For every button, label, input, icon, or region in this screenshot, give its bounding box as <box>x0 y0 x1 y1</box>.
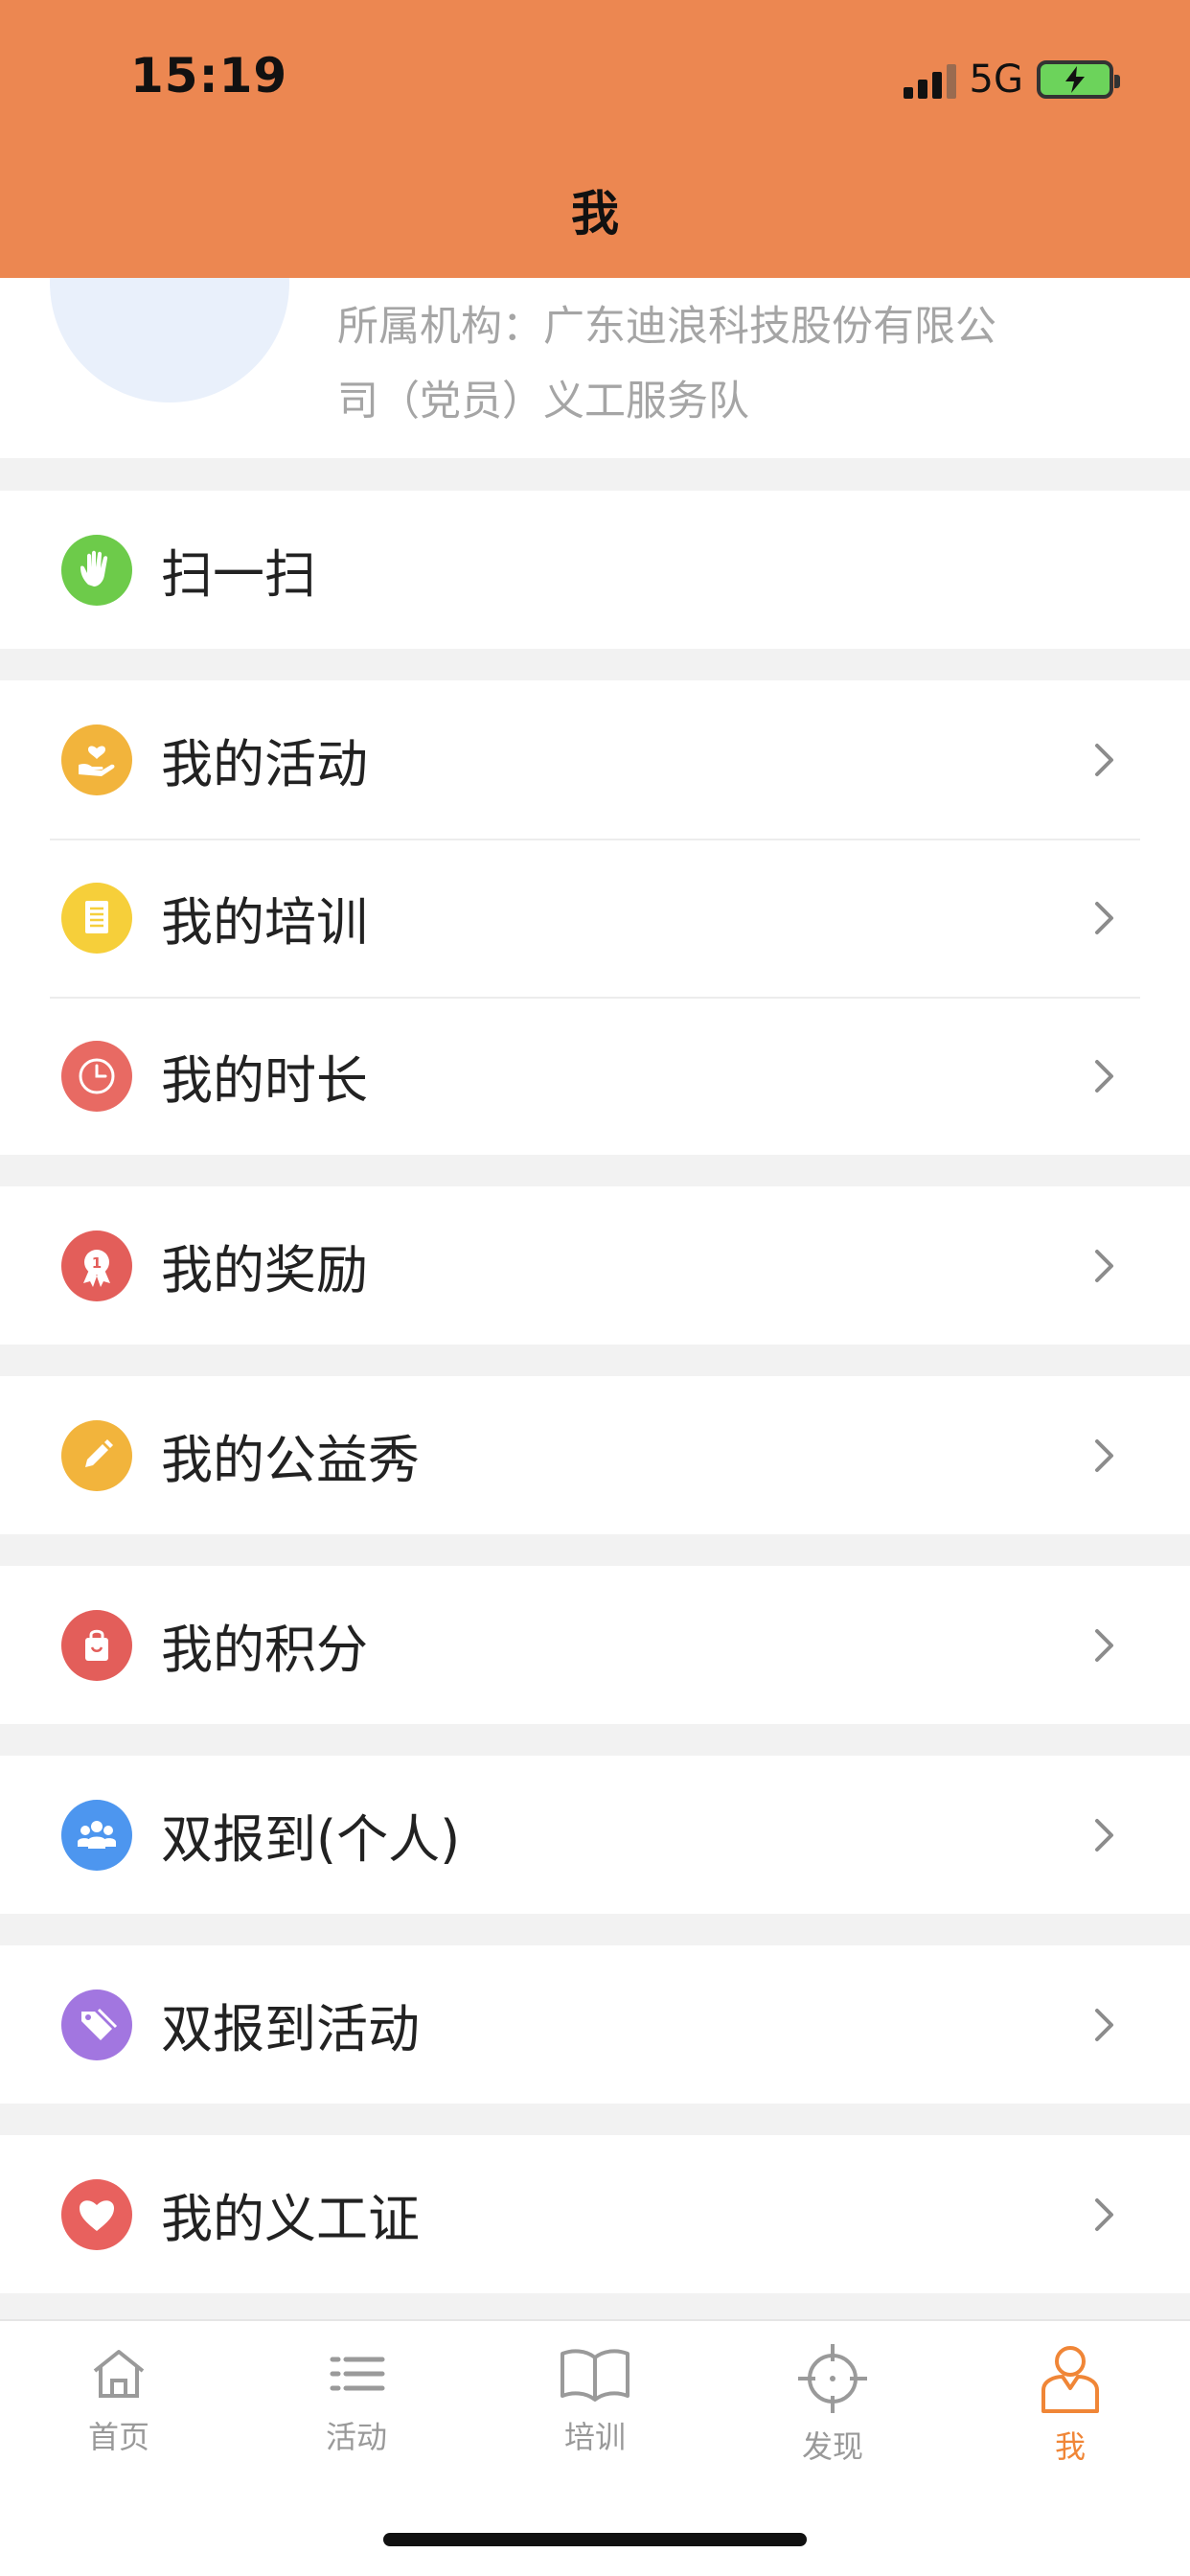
volunteer-card-group: 我的义工证 <box>0 2135 1190 2293</box>
menu-label: 双报到(个人) <box>161 1809 461 1870</box>
group-icon <box>61 1799 132 1871</box>
chevron-right-icon <box>1095 743 1113 776</box>
chevron-right-icon <box>1095 1818 1113 1852</box>
hand-icon <box>61 534 132 606</box>
home-indicator <box>383 2533 807 2546</box>
tab-label: 活动 <box>325 2419 387 2455</box>
rewards-group: 1 我的奖励 <box>0 1186 1190 1345</box>
organization-text: 所属机构：广东迪浪科技股份有限公司（党员）义工服务队 <box>337 303 996 426</box>
chevron-right-icon <box>1095 1059 1113 1092</box>
svg-text:1: 1 <box>92 1254 102 1272</box>
user-icon <box>1041 2346 1099 2413</box>
document-icon <box>61 882 132 954</box>
heart-icon <box>61 2178 132 2250</box>
tab-me[interactable]: 我 <box>994 2340 1147 2467</box>
menu-item-rewards[interactable]: 1 我的奖励 <box>0 1186 1190 1345</box>
page-title: 我 <box>571 186 619 242</box>
tag-icon <box>61 1989 132 2060</box>
menu-label: 我的奖励 <box>161 1240 368 1300</box>
app-header: 15:19 5G 我 <box>0 0 1190 278</box>
menu-label: 我的时长 <box>161 1050 368 1111</box>
menu-item-volunteer-card[interactable]: 我的义工证 <box>0 2135 1190 2293</box>
menu-item-training[interactable]: 我的培训 <box>0 839 1190 997</box>
list-icon <box>330 2357 385 2391</box>
tab-activities[interactable]: 活动 <box>280 2340 433 2457</box>
menu-item-scan[interactable]: 扫一扫 <box>0 491 1190 649</box>
dual-report-activity-group: 双报到活动 <box>0 1945 1190 2104</box>
heart-hand-icon <box>61 724 132 795</box>
status-icons: 5G <box>903 58 1120 102</box>
screen: 15:19 5G 我 所属机构：广东迪浪科技股份有限公司（党员）义工服务队 扫一… <box>0 0 1190 2576</box>
menu-label: 双报到活动 <box>161 1999 420 2059</box>
menu-label: 我的培训 <box>161 892 368 953</box>
tab-label: 培训 <box>563 2419 626 2455</box>
network-type: 5G <box>969 58 1023 102</box>
clock-icon <box>61 1040 132 1112</box>
charity-show-group: 我的公益秀 <box>0 1376 1190 1534</box>
menu-label: 我的积分 <box>161 1620 368 1680</box>
tab-label: 发现 <box>801 2428 863 2465</box>
menu-item-activities[interactable]: 我的活动 <box>0 680 1190 839</box>
menu-item-dual-report-activity[interactable]: 双报到活动 <box>0 1945 1190 2104</box>
chevron-right-icon <box>1095 901 1113 934</box>
tab-label: 首页 <box>87 2419 149 2455</box>
home-icon <box>93 2350 145 2398</box>
profile-card: 所属机构：广东迪浪科技股份有限公司（党员）义工服务队 <box>0 163 1190 458</box>
signal-icon <box>903 60 956 99</box>
medal-icon: 1 <box>61 1230 132 1301</box>
dual-report-personal-group: 双报到(个人) <box>0 1756 1190 1914</box>
shopping-bag-icon <box>61 1609 132 1681</box>
tab-label: 我 <box>1054 2428 1086 2465</box>
tab-training[interactable]: 培训 <box>518 2340 672 2457</box>
crosshair-icon <box>798 2344 867 2413</box>
pencil-icon <box>61 1419 132 1491</box>
menu-item-hours[interactable]: 我的时长 <box>0 997 1190 1155</box>
menu-item-charity-show[interactable]: 我的公益秀 <box>0 1376 1190 1534</box>
menu-label: 我的义工证 <box>161 2189 420 2249</box>
points-group: 我的积分 <box>0 1566 1190 1724</box>
chevron-right-icon <box>1095 1628 1113 1662</box>
menu-item-points[interactable]: 我的积分 <box>0 1566 1190 1724</box>
chevron-right-icon <box>1095 1438 1113 1472</box>
scan-group: 扫一扫 <box>0 491 1190 649</box>
menu-item-dual-report-personal[interactable]: 双报到(个人) <box>0 1756 1190 1914</box>
tab-discover[interactable]: 发现 <box>756 2340 909 2467</box>
battery-icon <box>1037 60 1120 99</box>
menu-label: 我的公益秀 <box>161 1430 420 1490</box>
chevron-right-icon <box>1095 2197 1113 2231</box>
status-time: 15:19 <box>130 48 288 104</box>
menu-label: 扫一扫 <box>161 544 316 605</box>
tab-home[interactable]: 首页 <box>42 2340 195 2457</box>
my-records-group: 我的活动 我的培训 我的时长 <box>0 680 1190 1155</box>
book-icon <box>561 2349 629 2402</box>
menu-label: 我的活动 <box>161 734 368 794</box>
chevron-right-icon <box>1095 1249 1113 1282</box>
chevron-right-icon <box>1095 2008 1113 2041</box>
